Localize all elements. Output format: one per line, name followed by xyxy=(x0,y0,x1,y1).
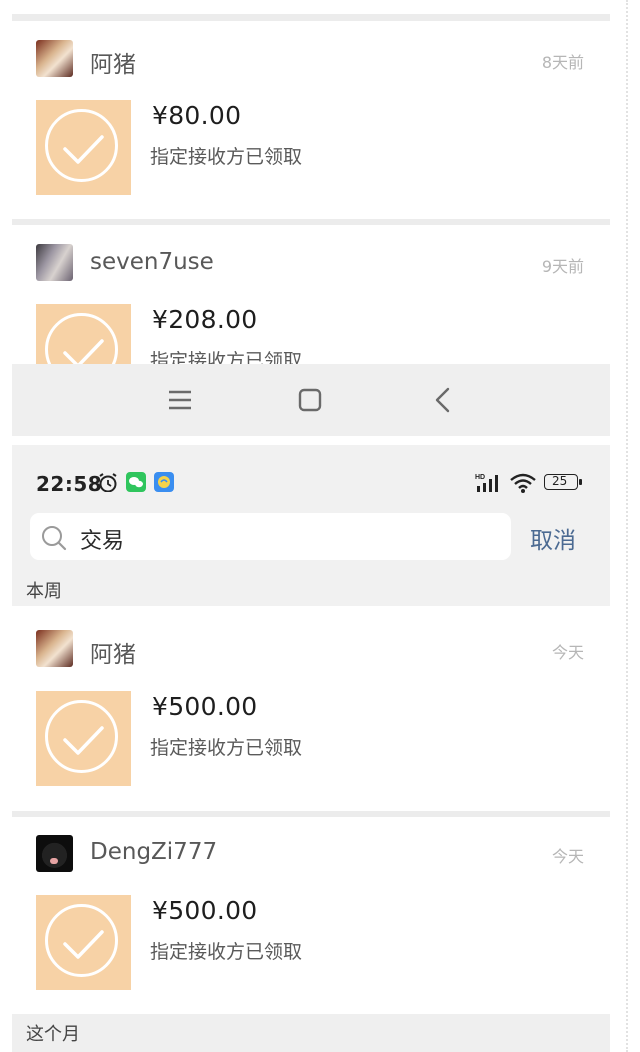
back-icon[interactable] xyxy=(428,384,460,416)
amount: ¥500.00 xyxy=(152,896,258,925)
battery-icon: 25 xyxy=(544,474,578,490)
transaction-time: 8天前 xyxy=(541,53,584,72)
alarm-icon xyxy=(99,473,117,492)
search-header: 22:58 HD 25 交易 取消 xyxy=(12,445,610,606)
amount: ¥500.00 xyxy=(152,692,258,721)
section-header-this-week: 本周 xyxy=(12,577,62,603)
avatar xyxy=(36,835,73,872)
transaction-card[interactable]: 阿猪 今天 ¥500.00 指定接收方已领取 xyxy=(12,606,610,811)
avatar xyxy=(36,40,73,77)
transfer-status: 指定接收方已领取 xyxy=(150,350,303,364)
clock: 22:58 xyxy=(36,472,103,496)
battery-level: 25 xyxy=(552,474,568,488)
payer-name: DengZi777 xyxy=(90,839,218,865)
transfer-tile xyxy=(36,895,131,990)
transfer-status: 指定接收方已领取 xyxy=(150,146,303,168)
amount: ¥80.00 xyxy=(152,101,242,130)
section-label: 这个月 xyxy=(26,1024,80,1045)
menu-icon[interactable] xyxy=(164,384,196,416)
transaction-time: 9天前 xyxy=(541,257,584,276)
home-icon[interactable] xyxy=(294,384,326,416)
transfer-status: 指定接收方已领取 xyxy=(150,941,303,963)
check-circle-icon xyxy=(63,339,104,364)
cancel-button[interactable]: 取消 xyxy=(530,521,576,555)
check-circle-icon xyxy=(63,726,104,755)
payer-name: 阿猪 xyxy=(90,642,136,668)
transfer-status: 指定接收方已领取 xyxy=(150,737,303,759)
transaction-card[interactable]: 阿猪 8天前 ¥80.00 指定接收方已领取 xyxy=(12,21,610,219)
separator xyxy=(12,14,610,21)
search-input[interactable]: 交易 xyxy=(30,513,511,560)
section-header-this-month: 这个月 xyxy=(12,1014,610,1052)
search-query: 交易 xyxy=(80,529,125,554)
page-divider xyxy=(626,0,628,1052)
transaction-time: 今天 xyxy=(551,847,584,866)
payer-name: 阿猪 xyxy=(90,52,136,78)
check-circle-icon xyxy=(63,135,104,164)
check-circle-icon xyxy=(63,930,104,959)
svg-text:HD: HD xyxy=(475,474,485,481)
transaction-card[interactable]: seven7use 9天前 ¥208.00 指定接收方已领取 xyxy=(12,225,610,364)
transaction-time: 今天 xyxy=(551,643,584,662)
signal-icon: HD xyxy=(475,474,498,492)
system-nav-bar xyxy=(12,364,610,436)
amount: ¥208.00 xyxy=(152,305,258,334)
wifi-icon xyxy=(510,473,536,493)
transfer-tile xyxy=(36,304,131,364)
search-icon xyxy=(42,526,67,551)
transfer-tile xyxy=(36,691,131,786)
wechat-icon xyxy=(126,472,146,492)
avatar xyxy=(36,244,73,281)
battery-cap xyxy=(579,479,582,485)
transfer-tile xyxy=(36,100,131,195)
section-label: 本周 xyxy=(26,581,62,602)
payer-name: seven7use xyxy=(90,249,214,275)
avatar xyxy=(36,630,73,667)
app-notification-icon xyxy=(154,472,174,492)
transaction-card[interactable]: DengZi777 今天 ¥500.00 指定接收方已领取 xyxy=(12,817,610,1014)
